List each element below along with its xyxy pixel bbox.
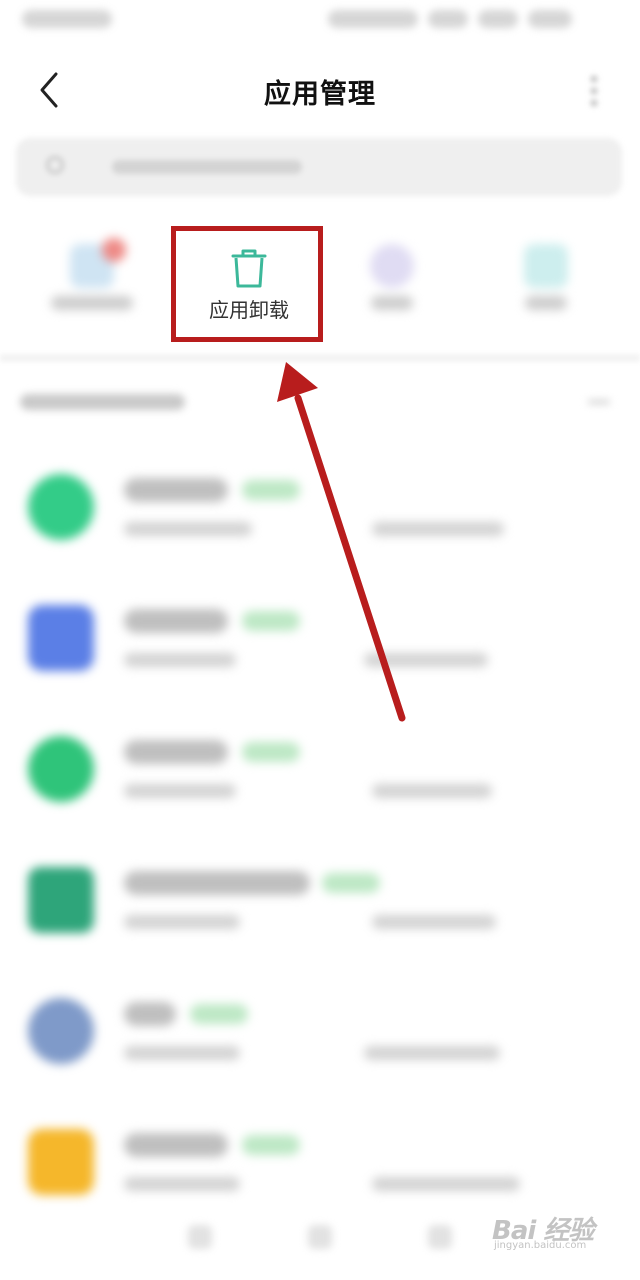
watermark-url: jingyan.baidu.com — [494, 1240, 587, 1251]
app-icon — [28, 998, 94, 1064]
search-icon — [46, 156, 64, 174]
more-button[interactable] — [588, 72, 600, 110]
quick-action-1[interactable] — [22, 236, 162, 336]
page-title: 应用管理 — [264, 79, 376, 110]
search-placeholder — [112, 160, 302, 174]
app-icon — [28, 1129, 94, 1195]
app-bar: 应用管理 — [0, 48, 640, 132]
app-icon — [70, 238, 126, 288]
baidu-watermark: Bai 经验 jingyan.baidu.com — [492, 1210, 612, 1251]
quick-action-4[interactable] — [476, 236, 616, 336]
app-icon — [28, 605, 94, 671]
app-icon — [28, 474, 94, 540]
status-bar — [0, 0, 640, 44]
section-header — [20, 390, 620, 416]
app-icon — [524, 244, 568, 288]
section-divider — [0, 354, 640, 362]
more-vertical-icon — [588, 76, 600, 106]
list-item[interactable] — [0, 964, 640, 1095]
app-icon — [370, 244, 414, 288]
app-list — [0, 440, 640, 1226]
list-item[interactable] — [0, 702, 640, 833]
list-item[interactable] — [0, 833, 640, 964]
list-item[interactable] — [0, 440, 640, 571]
status-icons — [318, 10, 618, 28]
status-time — [22, 10, 112, 28]
app-icon — [28, 736, 94, 802]
highlight-box — [171, 226, 323, 342]
collapse-icon — [588, 400, 610, 404]
app-icon — [28, 867, 94, 933]
quick-action-3[interactable] — [322, 236, 462, 336]
search-bar[interactable] — [16, 138, 622, 196]
list-item[interactable] — [0, 1095, 640, 1226]
list-item[interactable] — [0, 571, 640, 702]
